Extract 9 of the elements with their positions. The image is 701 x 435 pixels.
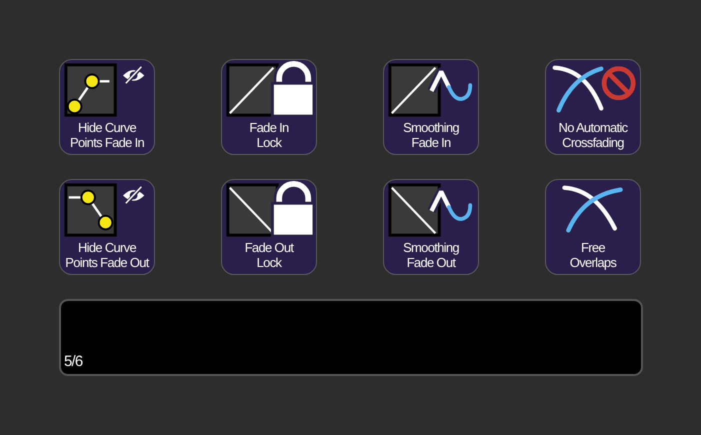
action-button[interactable]: No Automatic Crossfading [545,59,641,155]
action-button[interactable]: Hide Curve Points Fade In [59,59,155,155]
action-button[interactable]: Hide Curve Points Fade Out [59,179,155,275]
action-button[interactable]: Smoothing Fade Out [383,179,479,275]
action-button[interactable]: Smoothing Fade In [383,59,479,155]
action-button[interactable]: Fade Out Lock [221,179,317,275]
action-button[interactable]: Fade In Lock [221,59,317,155]
page-indicator: 5/6 [64,353,82,371]
action-button[interactable]: Free Overlaps [545,179,641,275]
